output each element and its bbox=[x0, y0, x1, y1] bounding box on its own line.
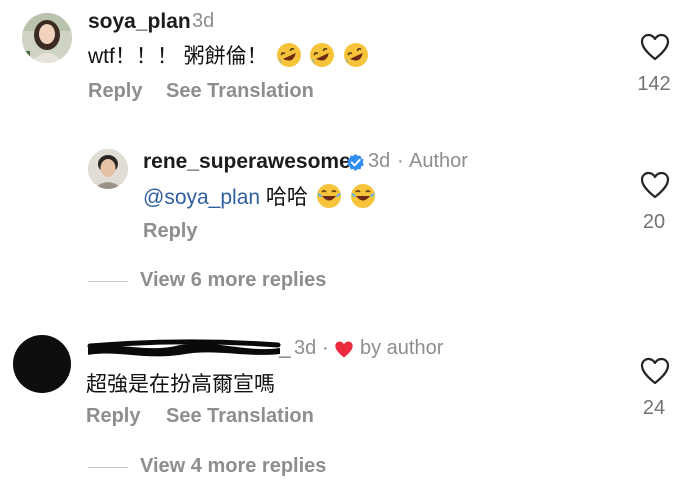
view-more-replies-button[interactable]: View 4 more replies bbox=[140, 455, 326, 478]
comment-username-suffix[interactable]: _ bbox=[279, 337, 291, 361]
comment-text-content: wtf！！！ 粥餅倫！ bbox=[88, 45, 268, 68]
comment-text: 超強是在扮高爾宣嗎 bbox=[86, 373, 275, 396]
comments-thread: soya_plan 3d wtf！！！ 粥餅倫！ Reply See Trans… bbox=[0, 0, 700, 492]
reply-button[interactable]: Reply bbox=[143, 220, 197, 243]
like-count: 142 bbox=[637, 73, 671, 95]
reply-button[interactable]: Reply bbox=[88, 80, 142, 103]
tears-of-joy-emoji-icon bbox=[316, 184, 341, 208]
liked-by-author-label: by author bbox=[360, 337, 444, 359]
rolling-laughing-emoji-icon bbox=[276, 43, 301, 67]
avatar-photo-icon bbox=[22, 13, 72, 63]
view-more-replies-button[interactable]: View 6 more replies bbox=[140, 269, 326, 292]
rolling-laughing-emoji-icon bbox=[310, 43, 335, 67]
view-replies-divider bbox=[88, 281, 128, 282]
reply-text: @soya_plan 哈哈 bbox=[143, 181, 376, 211]
liked-by-author-heart-icon bbox=[335, 341, 353, 358]
mention-link[interactable]: @soya_plan bbox=[143, 186, 260, 209]
like-heart-icon[interactable] bbox=[640, 357, 670, 385]
rolling-laughing-emoji-icon bbox=[344, 43, 369, 67]
like-count: 24 bbox=[642, 397, 666, 419]
avatar[interactable] bbox=[88, 149, 128, 189]
meta-separator: · bbox=[397, 150, 404, 172]
comment-username[interactable]: soya_plan bbox=[88, 10, 191, 34]
avatar[interactable] bbox=[22, 13, 72, 63]
like-heart-icon[interactable] bbox=[640, 171, 670, 199]
see-translation-button[interactable]: See Translation bbox=[166, 80, 314, 103]
reply-text-content: 哈哈 bbox=[260, 186, 308, 209]
like-heart-icon[interactable] bbox=[640, 33, 670, 61]
avatar-photo-icon bbox=[88, 149, 128, 189]
view-replies-divider bbox=[88, 467, 128, 468]
comment-time: 3d bbox=[192, 10, 215, 32]
meta-separator: · bbox=[322, 337, 329, 359]
reply-username[interactable]: rene_superawesome bbox=[143, 150, 351, 174]
reply-time: 3d bbox=[368, 150, 391, 172]
like-count: 20 bbox=[642, 211, 666, 233]
author-label: Author bbox=[409, 150, 468, 172]
redacted-username-scribble bbox=[87, 339, 281, 357]
comment-text: wtf！！！ 粥餅倫！ bbox=[88, 40, 369, 70]
verified-badge-icon bbox=[347, 153, 364, 172]
reply-button[interactable]: Reply bbox=[86, 405, 140, 428]
see-translation-button[interactable]: See Translation bbox=[166, 405, 314, 428]
comment-time: 3d bbox=[294, 337, 317, 359]
avatar[interactable] bbox=[13, 335, 71, 393]
tears-of-joy-emoji-icon bbox=[350, 184, 375, 208]
